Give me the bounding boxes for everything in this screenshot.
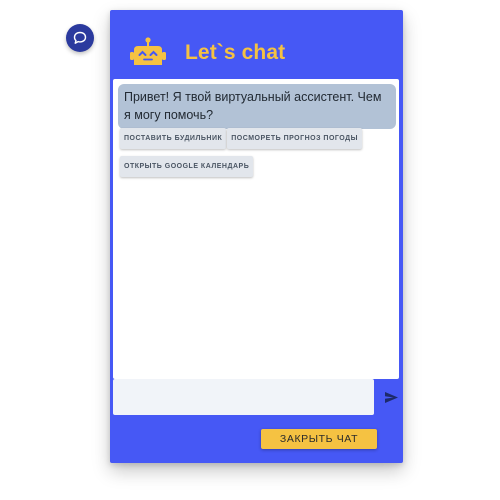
quick-reply-set-alarm[interactable]: ПОСТАВИТЬ БУДИЛЬНИК bbox=[120, 128, 227, 149]
quick-replies: ПОСТАВИТЬ БУДИЛЬНИК ПОСМОРЕТЬ ПРОГНОЗ ПОГ… bbox=[120, 127, 396, 183]
chat-header: Let`s chat bbox=[110, 10, 403, 80]
bot-message: Привет! Я твой виртуальный ассистент. Че… bbox=[118, 84, 396, 129]
send-icon bbox=[384, 391, 399, 404]
message-input[interactable] bbox=[113, 379, 374, 415]
chat-bubble-icon bbox=[73, 31, 87, 45]
robot-icon bbox=[129, 37, 167, 76]
send-button[interactable] bbox=[382, 388, 400, 406]
quick-reply-weather-forecast[interactable]: ПОСМОРЕТЬ ПРОГНОЗ ПОГОДЫ bbox=[227, 128, 362, 149]
chat-launcher-button[interactable] bbox=[66, 24, 94, 52]
quick-reply-open-calendar[interactable]: ОТКРЫТЬ GOOGLE КАЛЕНДАРЬ bbox=[120, 156, 254, 177]
close-chat-button[interactable]: ЗАКРЫТЬ ЧАТ bbox=[261, 429, 377, 449]
chat-title: Let`s chat bbox=[185, 41, 286, 64]
message-list[interactable]: Привет! Я твой виртуальный ассистент. Че… bbox=[113, 79, 399, 379]
chat-window: Let`s chat Привет! Я твой виртуальный ас… bbox=[110, 10, 403, 463]
